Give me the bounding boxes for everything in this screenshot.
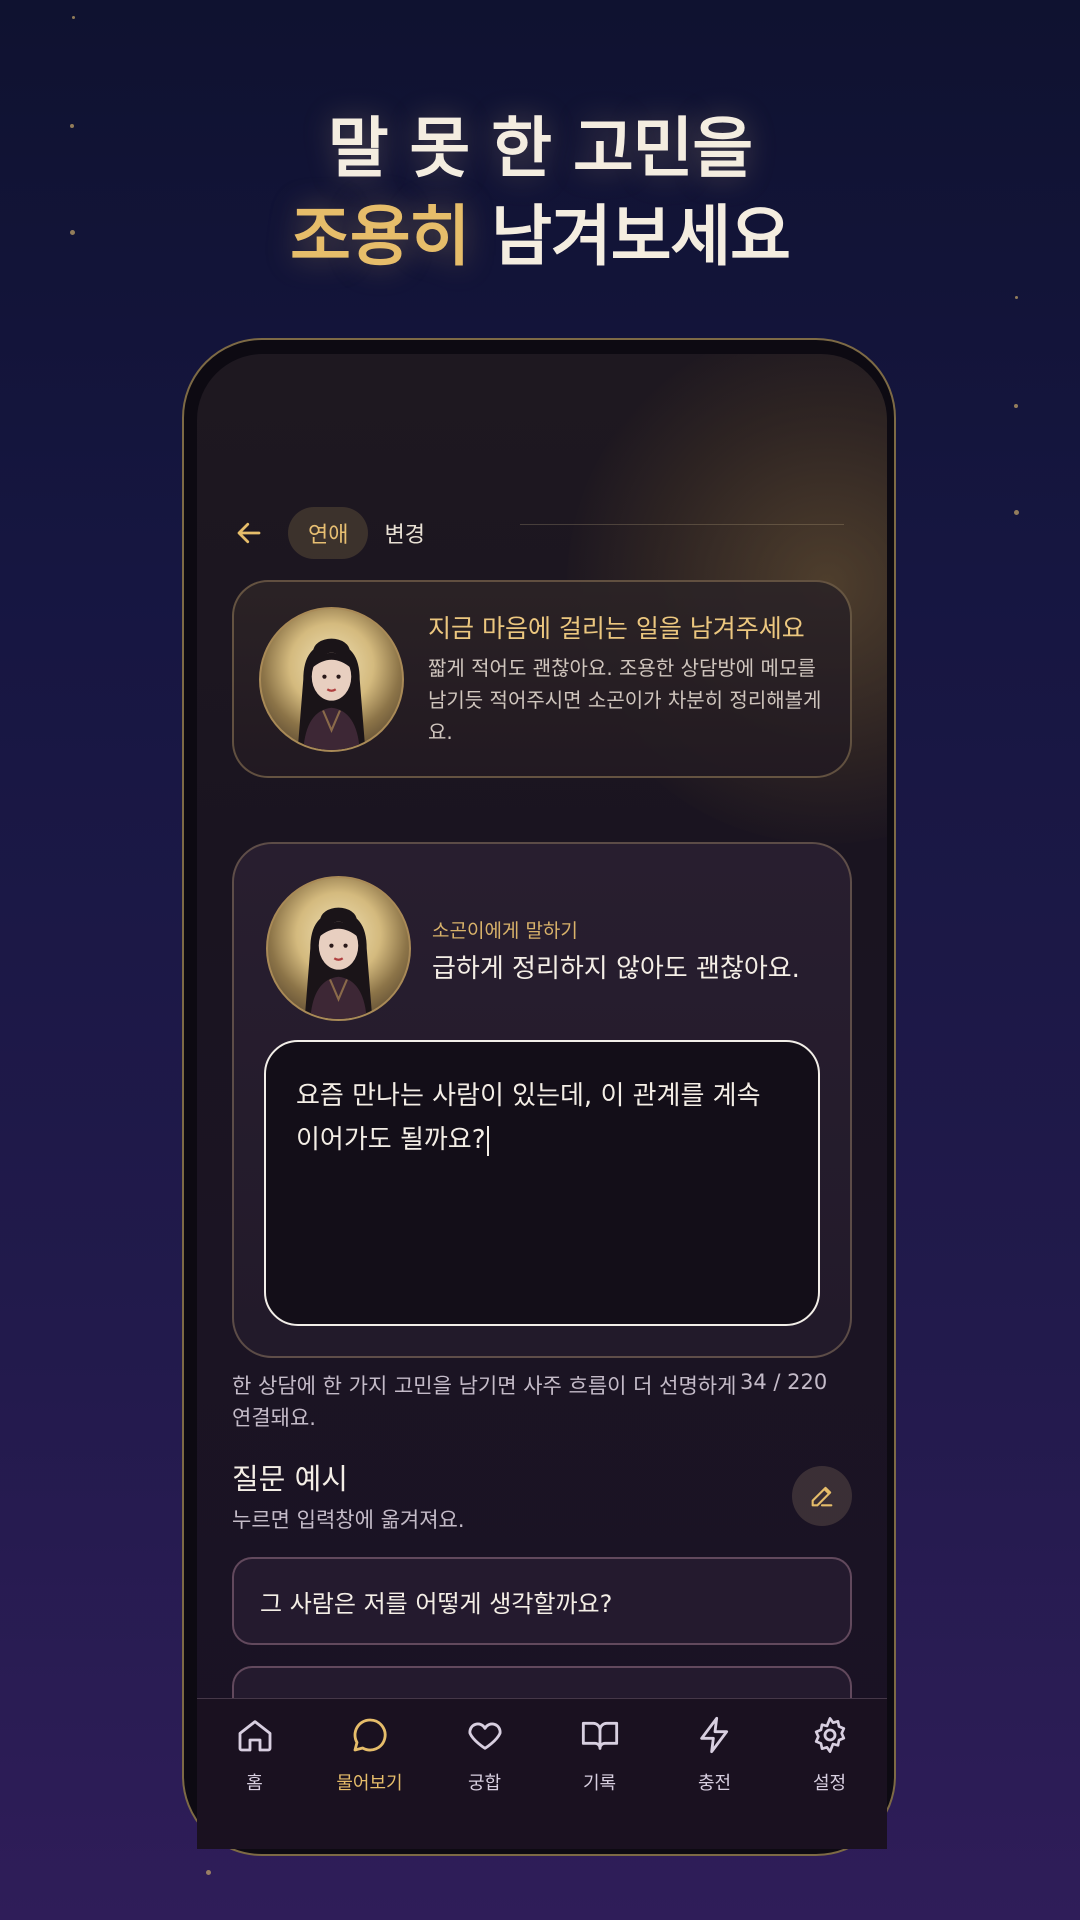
tab-compatibility-label: 궁합: [467, 1773, 502, 1794]
headline-rest: 남겨보세요: [469, 198, 791, 275]
book-icon: [581, 1721, 618, 1750]
home-icon: [238, 1720, 271, 1752]
chat-bubble-icon: [353, 1718, 387, 1752]
star: [1015, 296, 1018, 299]
star: [72, 16, 75, 19]
star: [1014, 404, 1018, 408]
tab-records[interactable]: 기록: [542, 1699, 657, 1809]
ask-subtitle: 급하게 정리하지 않아도 괜찮아요.: [432, 954, 800, 984]
tab-charge-label: 충전: [697, 1773, 732, 1794]
char-counter: 34 / 220: [740, 1370, 828, 1394]
headline: 말 못 한 고민을 조용히 남겨보세요: [0, 105, 1080, 281]
examples-subtitle: 누르면 입력창에 옮겨져요.: [232, 1508, 465, 1532]
headline-line1: 말 못 한 고민을: [327, 110, 753, 187]
category-chip[interactable]: 연애: [288, 507, 369, 559]
intro-body: 짧게 적어도 괜찮아요. 조용한 상담방에 메모를 남기듯 적어주시면 소곤이가…: [428, 656, 822, 744]
tab-ask-label: 물어보기: [336, 1773, 403, 1794]
change-category-button[interactable]: 변경: [384, 517, 424, 549]
heart-icon: [468, 1722, 501, 1750]
pencil-icon: [811, 1486, 833, 1507]
headline-accent: 조용히: [290, 198, 470, 275]
edit-button[interactable]: [792, 1466, 852, 1526]
examples-title: 질문 예시: [232, 1462, 348, 1496]
gear-icon: [814, 1717, 845, 1753]
question-input[interactable]: 요즘 만나는 사람이 있는데, 이 관계를 계속 이어가도 될까요?: [264, 1040, 820, 1326]
tab-compatibility[interactable]: 궁합: [427, 1699, 542, 1809]
intro-title: 지금 마음에 걸리는 일을 남겨주세요: [428, 614, 805, 643]
example-question-item[interactable]: 그 사람은 저를 어떻게 생각할까요?: [232, 1557, 852, 1645]
tab-charge[interactable]: 충전: [657, 1699, 772, 1809]
question-input-value: 요즘 만나는 사람이 있는데, 이 관계를 계속 이어가도 될까요?: [296, 1081, 761, 1155]
top-bar: 연애 변경: [232, 506, 425, 560]
lightning-icon: [699, 1716, 728, 1754]
bottom-tab-bar: 홈 물어보기 궁합 기록 충전 설정: [197, 1698, 887, 1849]
tab-ask[interactable]: 물어보기: [312, 1699, 427, 1809]
text-caret: [486, 1125, 489, 1156]
back-arrow-icon[interactable]: [232, 516, 266, 550]
tab-home[interactable]: 홈: [197, 1699, 312, 1809]
tab-records-label: 기록: [582, 1773, 617, 1794]
avatar: [266, 876, 411, 1021]
tab-settings-label: 설정: [812, 1773, 847, 1794]
star: [206, 1870, 211, 1875]
header-divider: [520, 524, 844, 525]
ask-label: 소곤이에게 말하기: [432, 920, 578, 942]
star: [1014, 510, 1019, 515]
tab-settings[interactable]: 설정: [772, 1699, 887, 1809]
headline-line2: 조용히 남겨보세요: [0, 193, 1080, 281]
hint-text: 한 상담에 한 가지 고민을 남기면 사주 흐름이 더 선명하게 연결돼요.: [232, 1374, 737, 1430]
tab-home-label: 홈: [246, 1773, 263, 1794]
avatar: [259, 607, 404, 752]
